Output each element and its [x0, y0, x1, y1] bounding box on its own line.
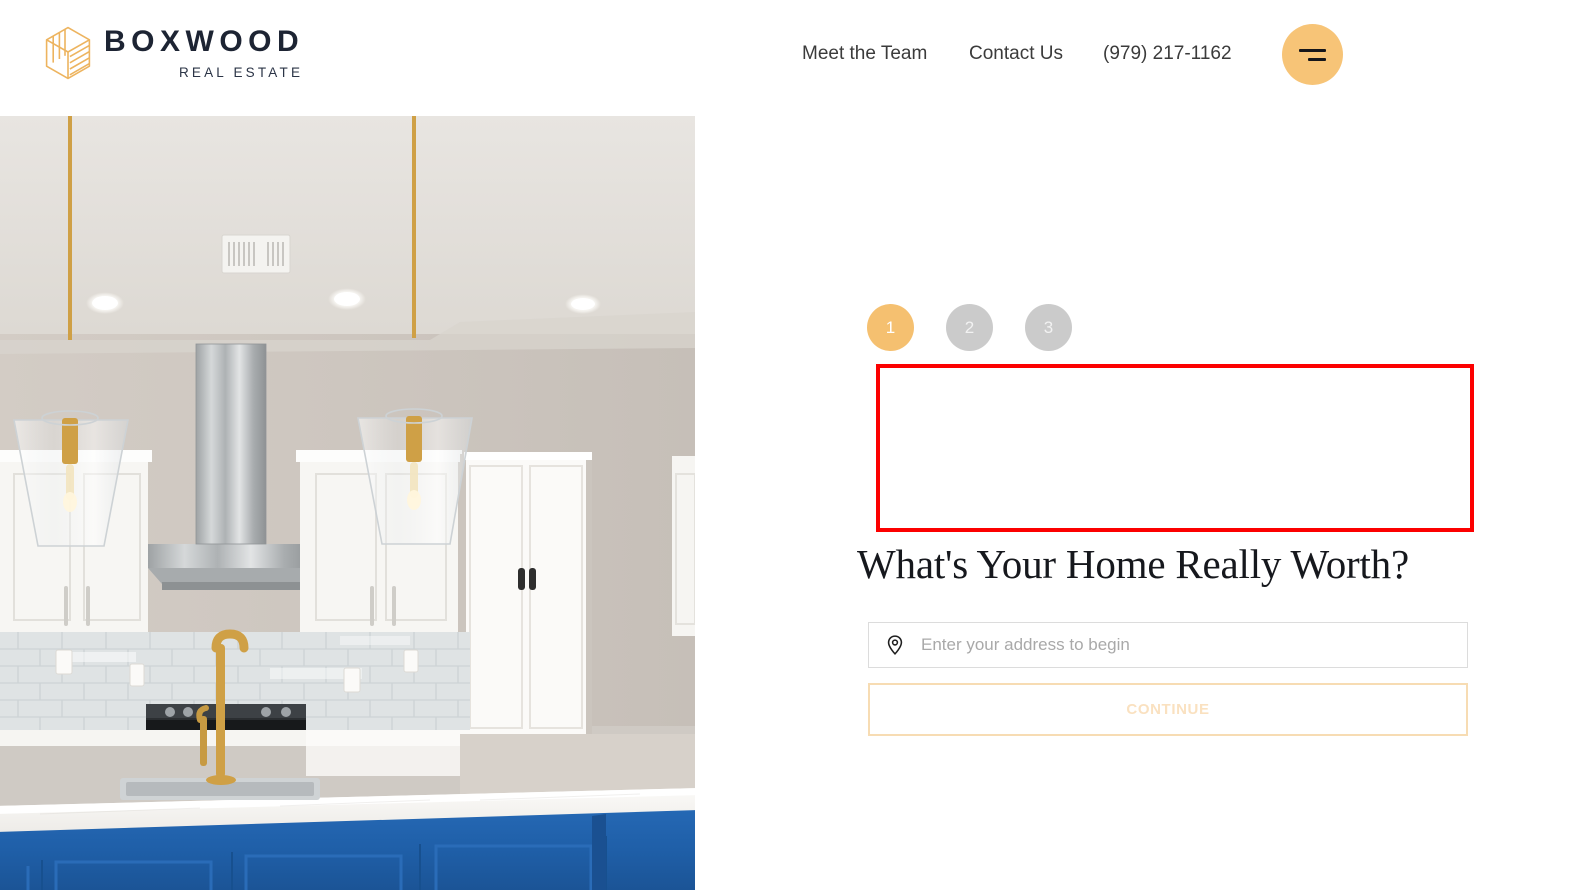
address-input[interactable] [906, 623, 1467, 667]
step-indicator-2[interactable]: 2 [946, 304, 993, 351]
hamburger-menu-button[interactable] [1282, 24, 1343, 85]
kitchen-illustration [0, 116, 695, 890]
home-valuation-form-panel: 1 2 3 What's Your Home Really Worth? CON… [695, 116, 1571, 890]
site-header: BOXWOOD REAL ESTATE Meet the Team Contac… [0, 0, 1571, 116]
logo-sub-text: REAL ESTATE [178, 64, 304, 80]
logo-main-text: BOXWOOD [104, 24, 305, 58]
nav-link-meet-the-team[interactable]: Meet the Team [802, 43, 927, 65]
red-annotation-box [876, 364, 1474, 532]
address-field-wrapper[interactable] [868, 622, 1468, 668]
step-indicator-1[interactable]: 1 [867, 304, 914, 351]
logo-wordmark: BOXWOOD REAL ESTATE [104, 24, 305, 80]
hamburger-bar-top-icon [1299, 48, 1326, 52]
nav-phone-number[interactable]: (979) 217-1162 [1103, 43, 1232, 65]
hero-kitchen-photo [0, 116, 695, 890]
continue-button[interactable]: CONTINUE [868, 683, 1468, 736]
boxwood-hexagon-logo-icon [45, 26, 91, 80]
hamburger-bar-bottom-icon [1308, 57, 1326, 61]
page-title: What's Your Home Really Worth? [857, 541, 1409, 587]
map-pin-icon [887, 635, 903, 656]
site-logo[interactable]: BOXWOOD REAL ESTATE [44, 26, 304, 80]
nav-link-contact-us[interactable]: Contact Us [969, 43, 1063, 65]
step-indicator-3[interactable]: 3 [1025, 304, 1072, 351]
step-indicator: 1 2 3 [867, 304, 1072, 351]
